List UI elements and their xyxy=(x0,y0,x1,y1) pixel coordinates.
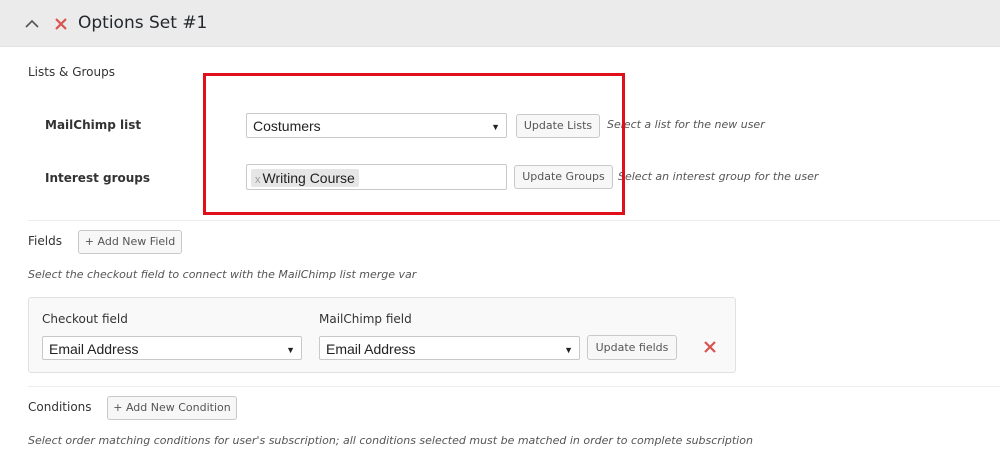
fields-heading: Fields xyxy=(28,234,62,248)
section-divider xyxy=(28,220,1000,221)
update-groups-button[interactable]: Update Groups xyxy=(514,165,613,189)
conditions-description: Select order matching conditions for use… xyxy=(28,434,753,447)
interest-groups-label: Interest groups xyxy=(45,171,151,185)
interest-group-tag: x Writing Course xyxy=(251,169,359,187)
add-new-condition-button[interactable]: + Add New Condition xyxy=(107,396,237,420)
highlight-annotation-box xyxy=(203,73,625,215)
close-icon[interactable] xyxy=(52,15,70,33)
checkout-field-label: Checkout field xyxy=(42,312,128,326)
mailchimp-field-select[interactable]: Email Address ▼ xyxy=(319,336,580,360)
dropdown-arrow-icon: ▼ xyxy=(491,122,500,132)
mailchimp-list-label: MailChimp list xyxy=(45,118,142,132)
section-divider xyxy=(28,386,1000,387)
interest-group-tag-label: Writing Course xyxy=(262,170,355,186)
dropdown-arrow-icon: ▼ xyxy=(564,345,573,355)
mailchimp-field-label: MailChimp field xyxy=(319,312,412,326)
lists-groups-heading: Lists & Groups xyxy=(28,65,115,79)
mailchimp-field-value: Email Address xyxy=(326,341,416,357)
add-new-field-button[interactable]: + Add New Field xyxy=(78,230,182,254)
dropdown-arrow-icon: ▼ xyxy=(286,345,295,355)
fields-description: Select the checkout field to connect wit… xyxy=(28,268,417,281)
interest-groups-input[interactable]: x Writing Course xyxy=(246,164,507,190)
remove-field-icon[interactable] xyxy=(702,339,718,355)
update-fields-button[interactable]: Update fields xyxy=(587,335,677,360)
checkout-field-value: Email Address xyxy=(49,341,139,357)
conditions-heading: Conditions xyxy=(28,400,92,414)
options-set-title: Options Set #1 xyxy=(78,13,208,33)
mailchimp-list-description: Select a list for the new user xyxy=(607,118,765,131)
mailchimp-list-value: Costumers xyxy=(253,118,321,134)
options-set-header: Options Set #1 xyxy=(0,0,1000,47)
update-lists-button[interactable]: Update Lists xyxy=(516,114,600,138)
tag-remove-icon[interactable]: x xyxy=(255,174,261,186)
interest-groups-description: Select an interest group for the user xyxy=(618,170,819,183)
mailchimp-list-select[interactable]: Costumers ▼ xyxy=(246,113,507,138)
checkout-field-select[interactable]: Email Address ▼ xyxy=(42,336,302,360)
chevron-up-icon[interactable] xyxy=(22,14,42,34)
